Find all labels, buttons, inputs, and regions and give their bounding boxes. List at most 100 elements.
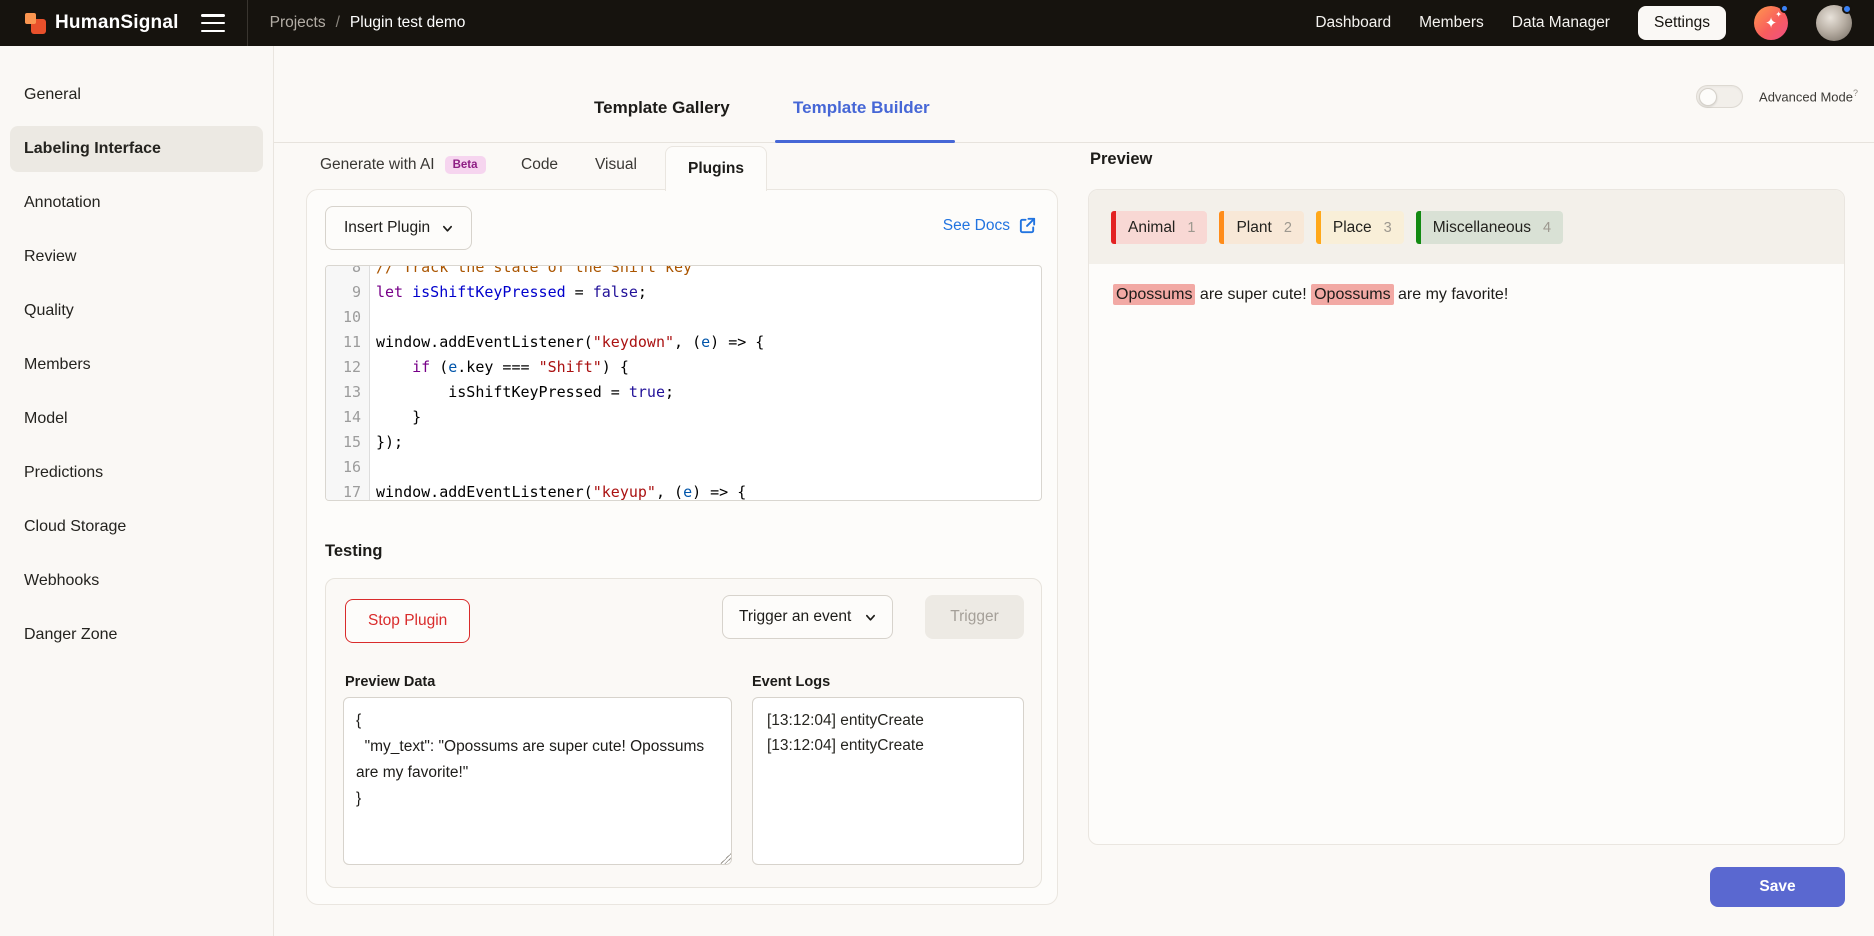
label-chip-miscellaneous[interactable]: Miscellaneous 4	[1416, 211, 1563, 244]
line-number: 9	[326, 280, 370, 305]
trigger-event-dropdown[interactable]: Trigger an event	[722, 595, 893, 639]
plugin-code-editor[interactable]: 8// Track the state of the Shift key9let…	[325, 265, 1042, 501]
label-chip-place[interactable]: Place 3	[1316, 211, 1404, 244]
label-name: Plant	[1236, 219, 1271, 237]
sidebar-item-model[interactable]: Model	[0, 392, 273, 446]
preview-heading: Preview	[1090, 150, 1152, 169]
code-line-9: 9let isShiftKeyPressed = false;	[326, 280, 1041, 305]
sidebar-item-cloud-storage[interactable]: Cloud Storage	[0, 500, 273, 554]
line-number: 17	[326, 480, 370, 501]
notification-dot	[1780, 4, 1789, 13]
event-log-entry: [13:12:04] entityCreate	[767, 733, 1009, 758]
preview-card: Animal 1 Plant 2 Place 3 Miscellaneous 4 Opossu…	[1088, 189, 1845, 845]
settings-nav-button[interactable]: Settings	[1638, 6, 1726, 40]
insert-plugin-dropdown[interactable]: Insert Plugin	[325, 206, 472, 250]
sidebar-item-annotation[interactable]: Annotation	[0, 176, 273, 230]
preview-text: Opossums are super cute! Opossums are my…	[1113, 282, 1508, 308]
nav-link-dashboard[interactable]: Dashboard	[1315, 14, 1391, 32]
sidebar-item-label: General	[24, 86, 81, 104]
advanced-mode-toggle[interactable]	[1696, 85, 1743, 108]
sidebar-item-label: Model	[24, 410, 68, 428]
line-number: 10	[326, 305, 370, 330]
label-name: Miscellaneous	[1433, 219, 1531, 237]
sidebar-item-quality[interactable]: Quality	[0, 284, 273, 338]
plain-text: are my favorite!	[1394, 286, 1509, 303]
sidebar-item-labeling-interface[interactable]: Labeling Interface	[0, 122, 273, 176]
label-color-bar	[1316, 211, 1321, 244]
testing-box: Stop Plugin Trigger an event Trigger Pre…	[325, 578, 1042, 888]
code-line-12: 12 if (e.key === "Shift") {	[326, 355, 1041, 380]
sidebar-item-label: Labeling Interface	[24, 140, 161, 158]
trigger-button[interactable]: Trigger	[925, 595, 1024, 639]
label-chip-plant[interactable]: Plant 2	[1219, 211, 1303, 244]
stop-plugin-button[interactable]: Stop Plugin	[345, 599, 470, 643]
highlighted-region[interactable]: Opossums	[1311, 284, 1393, 305]
see-docs-link[interactable]: See Docs	[943, 216, 1037, 235]
user-avatar[interactable]	[1816, 5, 1852, 41]
label-hotkey: 1	[1187, 220, 1195, 236]
sidebar-item-danger-zone[interactable]: Danger Zone	[0, 608, 273, 662]
code-line-14: 14 }	[326, 405, 1041, 430]
line-number: 16	[326, 455, 370, 480]
label-chip-animal[interactable]: Animal 1	[1111, 211, 1207, 244]
sidebar-item-label: Webhooks	[24, 572, 99, 590]
breadcrumb: Projects / Plugin test demo	[270, 14, 466, 32]
toggle-knob	[1699, 88, 1717, 106]
code-line-17: 17window.addEventListener("keyup", (e) =…	[326, 480, 1041, 501]
line-number: 8	[326, 265, 370, 280]
label-color-bar	[1219, 211, 1224, 244]
sidebar-item-review[interactable]: Review	[0, 230, 273, 284]
sidebar-item-label: Predictions	[24, 464, 103, 482]
preview-data-textarea[interactable]: { "my_text": "Opossums are super cute! O…	[343, 697, 732, 865]
sidebar-item-general[interactable]: General	[0, 68, 273, 122]
label-hotkey: 2	[1284, 220, 1292, 236]
sidebar-item-label: Cloud Storage	[24, 518, 126, 536]
line-number: 11	[326, 330, 370, 355]
chevron-down-icon	[865, 612, 876, 623]
breadcrumb-current-project: Plugin test demo	[350, 14, 465, 32]
breadcrumb-projects[interactable]: Projects	[270, 14, 326, 32]
label-color-bar	[1111, 211, 1116, 244]
avatar-status-dot	[1842, 4, 1852, 14]
label-color-bar	[1416, 211, 1421, 244]
subtab-generate-with-ai[interactable]: Generate with AIBeta	[320, 156, 486, 175]
nav-link-data-manager[interactable]: Data Manager	[1512, 14, 1610, 32]
subtab-plugins[interactable]: Plugins	[665, 146, 767, 191]
hamburger-menu-icon[interactable]	[201, 14, 225, 32]
subtab-code[interactable]: Code	[521, 156, 558, 174]
event-logs-box: [13:12:04] entityCreate[13:12:04] entity…	[752, 697, 1024, 865]
brand-logo[interactable]: HumanSignal	[0, 12, 179, 34]
line-number: 13	[326, 380, 370, 405]
code-line-13: 13 isShiftKeyPressed = true;	[326, 380, 1041, 405]
textarea-resize-handle[interactable]	[720, 853, 731, 864]
label-name: Animal	[1128, 219, 1175, 237]
ai-assistant-button[interactable]: ✦ ✦	[1754, 6, 1788, 40]
sidebar-item-webhooks[interactable]: Webhooks	[0, 554, 273, 608]
save-button[interactable]: Save	[1710, 867, 1845, 907]
code-line-16: 16	[326, 455, 1041, 480]
plain-text: are super cute!	[1195, 286, 1311, 303]
nav-link-members[interactable]: Members	[1419, 14, 1484, 32]
tab-template-gallery[interactable]: Template Gallery	[594, 98, 730, 118]
label-name: Place	[1333, 219, 1372, 237]
sidebar-item-members[interactable]: Members	[0, 338, 273, 392]
sidebar-item-predictions[interactable]: Predictions	[0, 446, 273, 500]
label-hotkey: 3	[1384, 220, 1392, 236]
navbar-divider	[247, 0, 248, 46]
breadcrumb-separator: /	[336, 14, 340, 32]
external-link-icon	[1018, 216, 1037, 235]
advanced-mode-info-marker[interactable]: ?	[1853, 88, 1858, 98]
beta-badge: Beta	[445, 156, 486, 174]
event-logs-label: Event Logs	[752, 674, 830, 690]
highlighted-region[interactable]: Opossums	[1113, 284, 1195, 305]
event-log-entry: [13:12:04] entityCreate	[767, 708, 1009, 733]
preview-data-label: Preview Data	[345, 674, 435, 690]
label-hotkey: 4	[1543, 220, 1551, 236]
active-tab-underline	[775, 140, 955, 143]
template-tabs-row: Template Gallery Template Builder Advanc…	[274, 46, 1874, 143]
tab-template-builder[interactable]: Template Builder	[793, 98, 930, 118]
testing-heading: Testing	[325, 542, 382, 561]
code-line-11: 11window.addEventListener("keydown", (e)…	[326, 330, 1041, 355]
subtab-visual[interactable]: Visual	[595, 156, 637, 174]
sidebar-item-label: Danger Zone	[24, 626, 117, 644]
